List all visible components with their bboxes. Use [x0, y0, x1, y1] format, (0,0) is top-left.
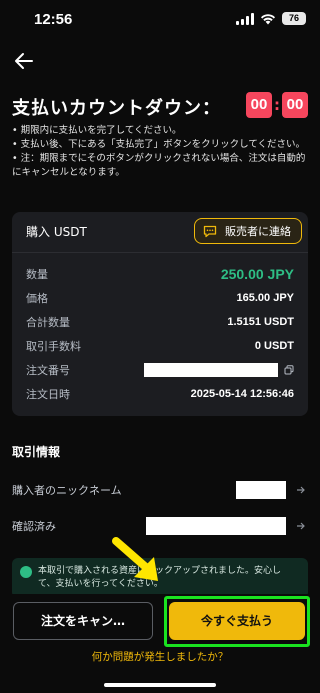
shield-check-icon [20, 566, 32, 578]
footer-action-bar: 注文をキャン… 今すぐ支払う 何か問題が発生しましたか？ [0, 594, 320, 693]
order-row-datetime: 注文日時 2025-05-14 12:56:46 [26, 386, 294, 402]
redacted-nickname [236, 481, 286, 499]
note-line: • 注：期限までにそのボタンがクリックされない場合、注文は自動的にキャンセルとな… [12, 153, 306, 178]
order-card-title: 購入 USDT [26, 225, 87, 239]
order-row-amount: 数量 250.00 JPY [26, 266, 294, 282]
chevron-right-icon [297, 522, 305, 530]
buyer-nickname-value [236, 481, 306, 499]
divider [12, 252, 308, 253]
order-row-order-number: 注文番号 [26, 362, 294, 378]
countdown-separator: : [274, 96, 280, 114]
confirmed-row[interactable]: 確認済み [12, 516, 306, 536]
order-summary-card: 購入 USDT 販売者に連絡 数量 250.00 JPY 価格 165.00 J… [12, 212, 308, 416]
redacted-confirmed-name [146, 517, 286, 535]
row-value: 0 USDT [254, 340, 294, 352]
row-label: 価格 [26, 292, 48, 305]
status-bar: 12:56 76 [0, 0, 320, 40]
countdown-seconds: 00 [282, 92, 308, 118]
back-arrow-icon[interactable] [12, 50, 36, 72]
row-value: 2025-05-14 12:56:46 [190, 388, 294, 400]
order-row-total: 合計数量 1.5151 USDT [26, 314, 294, 330]
cellular-signal-icon [236, 12, 254, 25]
wifi-icon [261, 13, 275, 24]
order-number-value [144, 363, 294, 377]
countdown-timer: 00 : 00 [246, 92, 308, 118]
page-title: 支払いカウントダウン： [12, 98, 221, 119]
cancel-order-button[interactable]: 注文をキャン… [13, 602, 153, 640]
row-label: 取引手数料 [26, 340, 81, 353]
chat-icon [203, 225, 217, 237]
chevron-right-icon [297, 486, 305, 494]
annotation-arrow-icon [112, 537, 158, 581]
countdown-minutes: 00 [246, 92, 272, 118]
row-label: 数量 [26, 268, 48, 281]
row-label: 合計数量 [26, 316, 70, 329]
row-label: 注文番号 [26, 364, 70, 377]
confirmed-value [146, 517, 306, 535]
contact-seller-label: 販売者に連絡 [225, 225, 291, 238]
battery-icon: 76 [282, 12, 306, 25]
note-line: • 支払い後、下にある「支払完了」ボタンをクリックしてください。 [12, 139, 306, 150]
copy-icon[interactable] [284, 365, 294, 375]
row-value: 165.00 JPY [236, 292, 295, 304]
payment-notes: • 期限内に支払いを完了してください。 • 支払い後、下にある「支払完了」ボタン… [12, 124, 312, 180]
status-icons: 76 [236, 12, 306, 25]
buyer-nickname-row[interactable]: 購入者のニックネーム [12, 480, 306, 500]
row-label: 注文日時 [26, 388, 70, 401]
order-row-fee: 取引手数料 0 USDT [26, 338, 294, 354]
buyer-nickname-label: 購入者のニックネーム [12, 484, 122, 497]
contact-seller-button[interactable]: 販売者に連絡 [194, 218, 302, 244]
home-indicator [104, 683, 216, 687]
row-value: 250.00 JPY [220, 266, 294, 282]
row-value: 1.5151 USDT [227, 316, 294, 328]
order-row-price: 価格 165.00 JPY [26, 290, 294, 306]
trade-info-title: 取引情報 [12, 445, 61, 459]
pay-now-button[interactable]: 今すぐ支払う [169, 602, 305, 640]
confirmed-label: 確認済み [12, 520, 56, 533]
problem-help-link[interactable]: 何か問題が発生しましたか？ [0, 649, 320, 664]
redacted-order-number [144, 363, 278, 377]
note-line: • 期限内に支払いを完了してください。 [12, 125, 182, 136]
status-time: 12:56 [34, 11, 73, 28]
